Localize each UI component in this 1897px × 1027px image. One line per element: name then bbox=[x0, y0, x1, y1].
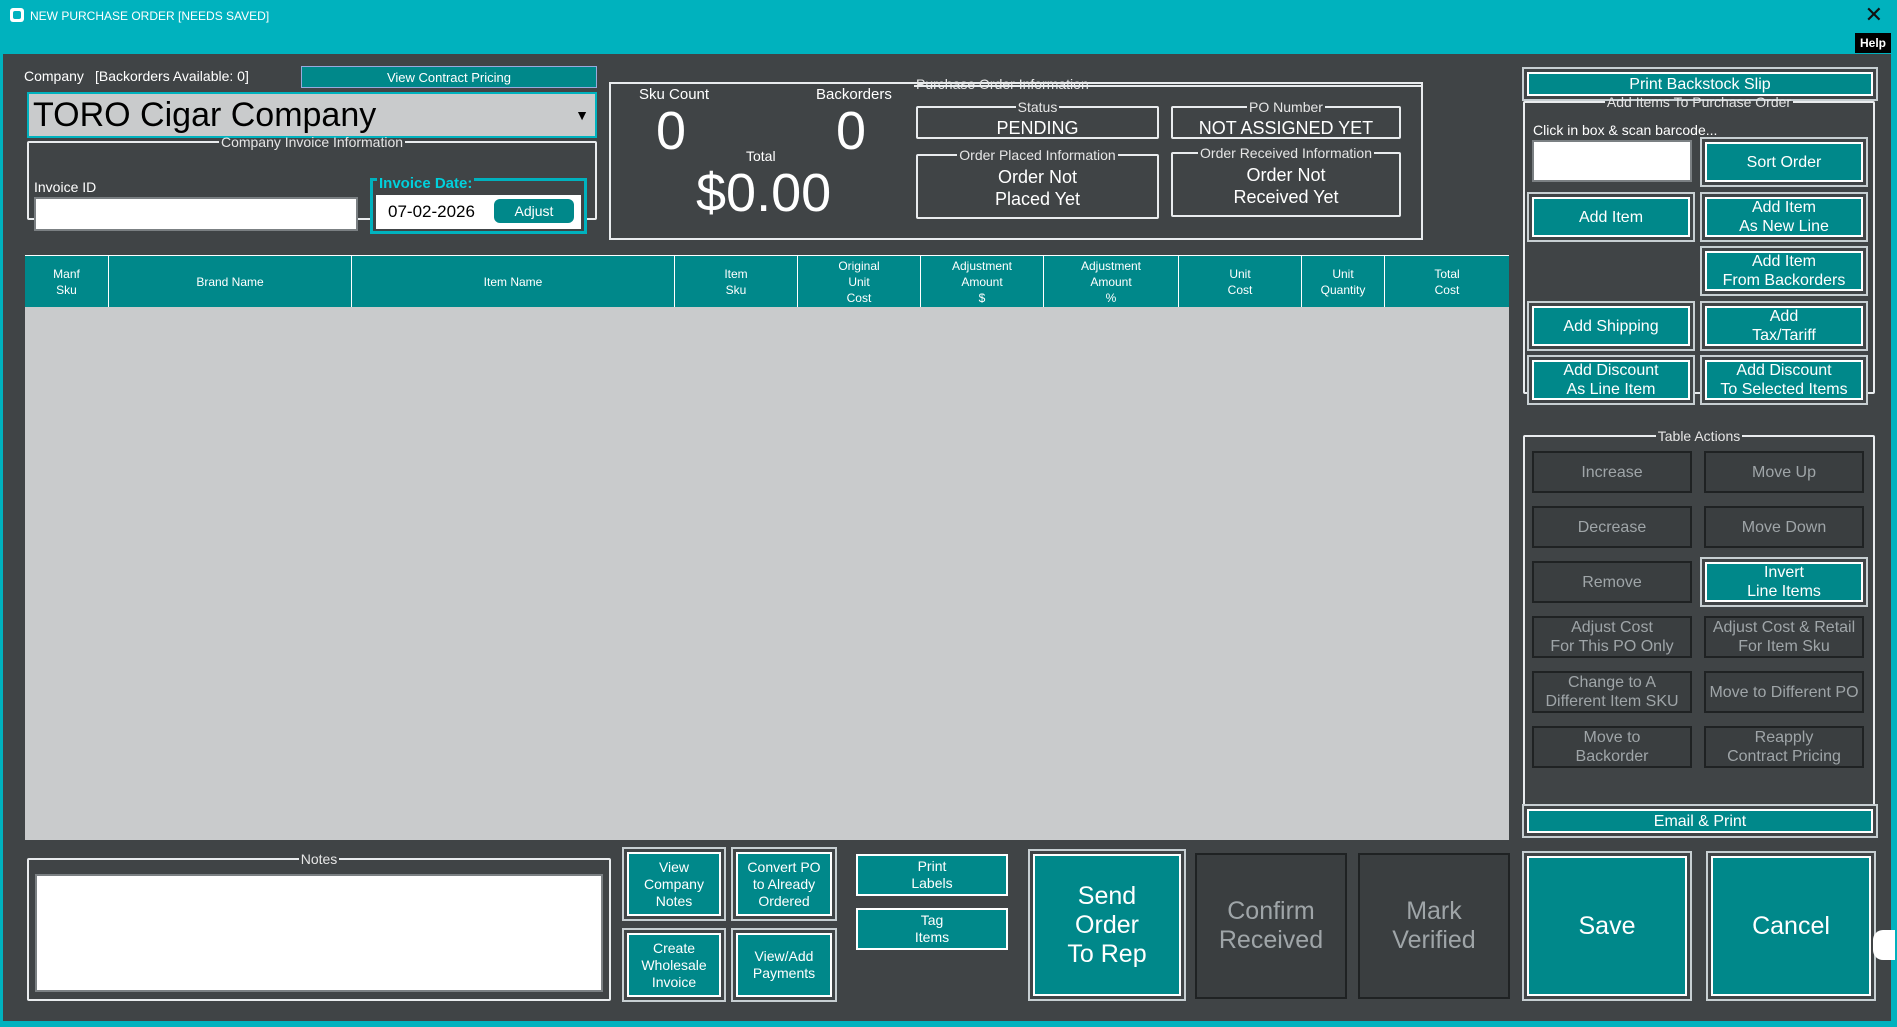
col-manf-sku[interactable]: Manf Sku bbox=[25, 256, 109, 307]
send-order-to-rep-button[interactable]: Send Order To Rep bbox=[1033, 854, 1181, 996]
print-backstock-button[interactable]: Print Backstock Slip bbox=[1527, 72, 1873, 96]
scan-label: Click in box & scan barcode... bbox=[1533, 122, 1718, 138]
add-discount-line-button[interactable]: Add Discount As Line Item bbox=[1532, 360, 1690, 400]
decrease-button[interactable]: Decrease bbox=[1532, 506, 1692, 548]
col-unit-cost[interactable]: Unit Cost bbox=[1179, 256, 1302, 307]
backorders-value: 0 bbox=[836, 101, 867, 161]
table-header: Manf Sku Brand Name Item Name Item Sku O… bbox=[25, 255, 1509, 307]
col-item-name[interactable]: Item Name bbox=[352, 256, 675, 307]
col-brand-name[interactable]: Brand Name bbox=[109, 256, 352, 307]
sku-count-value: 0 bbox=[656, 101, 687, 161]
po-info-line bbox=[914, 85, 1421, 87]
status-value: PENDING bbox=[996, 118, 1079, 138]
add-items-group: Add Items To Purchase Order bbox=[1523, 94, 1875, 394]
po-number-value: NOT ASSIGNED YET bbox=[1198, 118, 1374, 138]
invert-line-items-button[interactable]: Invert Line Items bbox=[1705, 562, 1863, 602]
order-placed-value: Order Not Placed Yet bbox=[994, 167, 1081, 209]
invoice-id-label: Invoice ID bbox=[34, 179, 97, 195]
adjust-cost-retail-button[interactable]: Adjust Cost & Retail For Item Sku bbox=[1704, 616, 1864, 658]
move-different-po-button[interactable]: Move to Different PO bbox=[1704, 671, 1864, 713]
move-down-button[interactable]: Move Down bbox=[1704, 506, 1864, 548]
invoice-date-value: 07-02-2026 bbox=[388, 202, 475, 221]
add-item-new-line-button[interactable]: Add Item As New Line bbox=[1705, 197, 1863, 237]
increase-button[interactable]: Increase bbox=[1532, 451, 1692, 493]
add-shipping-button[interactable]: Add Shipping bbox=[1532, 306, 1690, 346]
company-invoice-info-legend: Company Invoice Information bbox=[220, 134, 404, 150]
company-selected-value: TORO Cigar Company bbox=[33, 96, 377, 134]
col-original-unit-cost[interactable]: Original Unit Cost bbox=[798, 256, 921, 307]
help-button[interactable]: Help bbox=[1855, 33, 1891, 53]
add-item-button[interactable]: Add Item bbox=[1532, 197, 1690, 237]
table-body[interactable] bbox=[25, 307, 1509, 840]
col-adjustment-amount-percent[interactable]: Adjustment Amount % bbox=[1044, 256, 1179, 307]
add-discount-selected-button[interactable]: Add Discount To Selected Items bbox=[1705, 360, 1863, 400]
add-item-from-backorders-button[interactable]: Add Item From Backorders bbox=[1705, 251, 1863, 291]
app-icon bbox=[10, 8, 24, 22]
mark-verified-button[interactable]: Mark Verified bbox=[1358, 853, 1510, 999]
move-up-button[interactable]: Move Up bbox=[1704, 451, 1864, 493]
table-actions-legend: Table Actions bbox=[1657, 428, 1741, 444]
order-received-label: Order Received Information bbox=[1200, 145, 1372, 161]
tag-items-button[interactable]: Tag Items bbox=[856, 908, 1008, 950]
side-widget-icon[interactable] bbox=[1873, 930, 1895, 960]
col-adjustment-amount-dollar[interactable]: Adjustment Amount $ bbox=[921, 256, 1044, 307]
total-value: $0.00 bbox=[696, 163, 832, 223]
window-title: NEW PURCHASE ORDER [NEEDS SAVED] bbox=[30, 9, 270, 23]
adjust-cost-po-button[interactable]: Adjust Cost For This PO Only bbox=[1532, 616, 1692, 658]
sort-order-button[interactable]: Sort Order bbox=[1705, 142, 1863, 182]
view-contract-pricing-button[interactable]: View Contract Pricing bbox=[301, 66, 597, 88]
title-bar: NEW PURCHASE ORDER [NEEDS SAVED] ✕ bbox=[0, 0, 1897, 30]
notes-textarea[interactable] bbox=[35, 874, 603, 992]
email-print-button[interactable]: Email & Print bbox=[1527, 809, 1873, 833]
create-wholesale-invoice-button[interactable]: Create Wholesale Invoice bbox=[627, 933, 721, 997]
order-received-value: Order Not Received Yet bbox=[1233, 165, 1339, 207]
backorders-available: [Backorders Available: 0] bbox=[95, 68, 249, 84]
print-labels-button[interactable]: Print Labels bbox=[856, 854, 1008, 896]
total-label: Total bbox=[746, 148, 776, 164]
invoice-id-input[interactable] bbox=[34, 197, 358, 231]
adjust-date-button[interactable]: Adjust bbox=[494, 199, 574, 223]
change-item-sku-button[interactable]: Change to A Different Item SKU bbox=[1532, 671, 1692, 713]
reapply-contract-button[interactable]: Reapply Contract Pricing bbox=[1704, 726, 1864, 768]
remove-button[interactable]: Remove bbox=[1532, 561, 1692, 603]
cancel-button[interactable]: Cancel bbox=[1711, 856, 1871, 996]
dropdown-arrow-icon: ▼ bbox=[575, 107, 589, 123]
view-company-notes-button[interactable]: View Company Notes bbox=[627, 852, 721, 916]
close-icon[interactable]: ✕ bbox=[1865, 2, 1883, 28]
confirm-received-button[interactable]: Confirm Received bbox=[1195, 853, 1347, 999]
po-number-label: PO Number bbox=[1249, 99, 1323, 115]
col-item-sku[interactable]: Item Sku bbox=[675, 256, 798, 307]
add-tax-tariff-button[interactable]: Add Tax/Tariff bbox=[1705, 306, 1863, 346]
invoice-date-group: Invoice Date: 07-02-2026 Adjust bbox=[370, 175, 587, 234]
po-info-legend: Purchase Order Information bbox=[916, 76, 1089, 92]
add-items-legend: Add Items To Purchase Order bbox=[1606, 94, 1792, 110]
company-select[interactable]: TORO Cigar Company ▼ bbox=[27, 92, 597, 138]
col-unit-quantity[interactable]: Unit Quantity bbox=[1302, 256, 1385, 307]
move-backorder-button[interactable]: Move to Backorder bbox=[1532, 726, 1692, 768]
notes-label: Notes bbox=[300, 851, 338, 867]
company-label: Company bbox=[24, 68, 84, 84]
convert-po-button[interactable]: Convert PO to Already Ordered bbox=[736, 852, 832, 916]
invoice-date-legend: Invoice Date: bbox=[377, 175, 475, 192]
col-total-cost[interactable]: Total Cost bbox=[1385, 256, 1509, 307]
view-add-payments-button[interactable]: View/Add Payments bbox=[736, 933, 832, 997]
order-placed-label: Order Placed Information bbox=[959, 147, 1116, 163]
save-button[interactable]: Save bbox=[1527, 856, 1687, 996]
status-label: Status bbox=[1017, 99, 1058, 115]
scan-barcode-input[interactable] bbox=[1532, 140, 1692, 182]
